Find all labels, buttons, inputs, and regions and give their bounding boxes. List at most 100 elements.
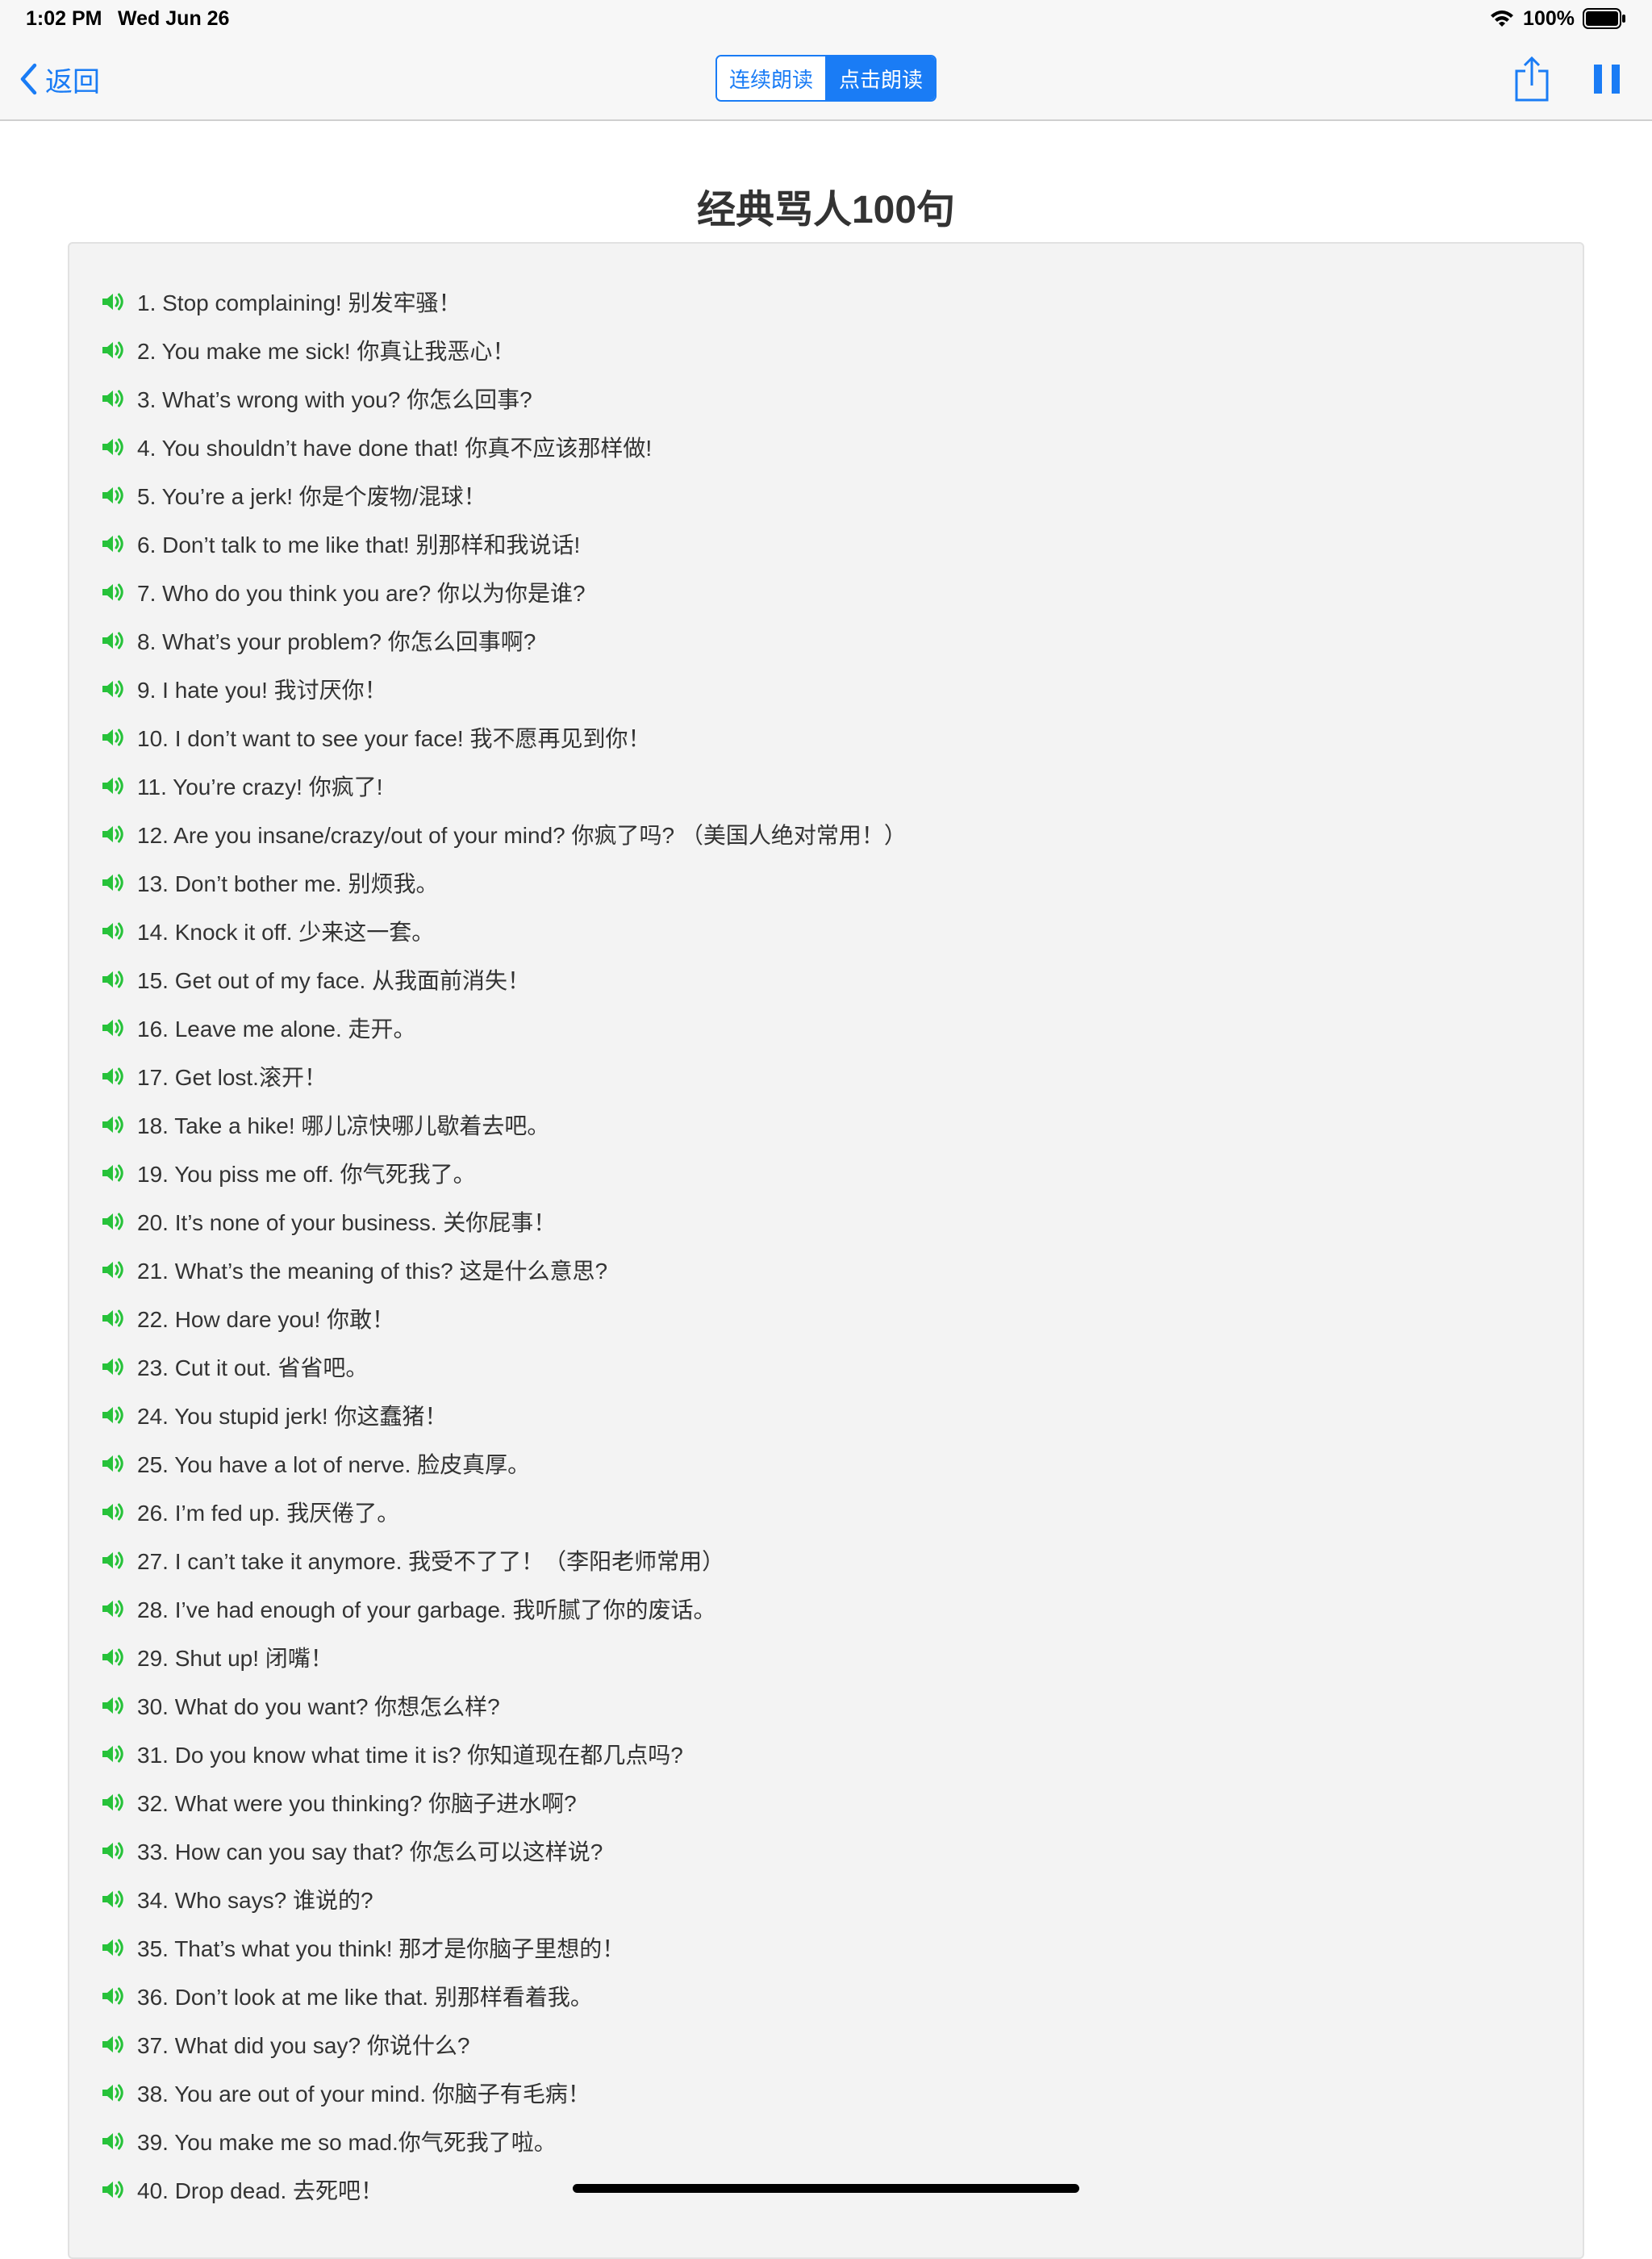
status-bar: 1:02 PM Wed Jun 26 100%	[0, 0, 1652, 39]
speaker-volume-icon[interactable]	[100, 2177, 126, 2203]
sentence-item[interactable]: 1. Stop complaining! 别发牢骚！	[100, 278, 907, 326]
speaker-volume-icon[interactable]	[100, 482, 126, 508]
sentence-item[interactable]: 29. Shut up! 闭嘴！	[100, 1633, 907, 1681]
sentence-item[interactable]: 9. I hate you! 我讨厌你！	[100, 665, 907, 713]
speaker-volume-icon[interactable]	[100, 1644, 126, 1670]
speaker-volume-icon[interactable]	[100, 1257, 126, 1283]
speaker-volume-icon[interactable]	[100, 1596, 126, 1622]
sentence-item[interactable]: 18. Take a hike! 哪儿凉快哪儿歇着去吧。	[100, 1100, 907, 1149]
speaker-volume-icon[interactable]	[100, 1499, 126, 1525]
sentence-item[interactable]: 34. Who says? 谁说的?	[100, 1875, 907, 1923]
sentence-item[interactable]: 17. Get lost.滚开！	[100, 1052, 907, 1100]
sentence-item[interactable]: 26. I’m fed up. 我厌倦了。	[100, 1488, 907, 1536]
segment-tap-reading[interactable]: 点击朗读	[827, 56, 935, 100]
speaker-volume-icon[interactable]	[100, 1209, 126, 1234]
speaker-volume-icon[interactable]	[100, 1063, 126, 1089]
speaker-volume-icon[interactable]	[100, 967, 126, 992]
sentence-text: 17. Get lost.滚开！	[137, 1065, 327, 1090]
sentence-item[interactable]: 8. What’s your problem? 你怎么回事啊?	[100, 616, 907, 665]
sentence-item[interactable]: 16. Leave me alone. 走开。	[100, 1004, 907, 1052]
sentence-item[interactable]: 19. You piss me off. 你气死我了。	[100, 1149, 907, 1197]
sentence-item[interactable]: 10. I don’t want to see your face! 我不愿再见…	[100, 713, 907, 762]
sentence-text: 15. Get out of my face. 从我面前消失！	[137, 968, 531, 993]
speaker-volume-icon[interactable]	[100, 870, 126, 896]
sentence-item[interactable]: 38. You are out of your mind. 你脑子有毛病！	[100, 2069, 907, 2117]
sentence-text: 9. I hate you! 我讨厌你！	[137, 678, 387, 703]
speaker-volume-icon[interactable]	[100, 579, 126, 605]
pause-icon[interactable]	[1592, 63, 1621, 95]
speaker-volume-icon[interactable]	[100, 1451, 126, 1476]
speaker-volume-icon[interactable]	[100, 1160, 126, 1186]
speaker-volume-icon[interactable]	[100, 2031, 126, 2057]
sentence-item[interactable]: 7. Who do you think you are? 你以为你是谁?	[100, 568, 907, 616]
sentence-text: 34. Who says? 谁说的?	[137, 1888, 373, 1913]
sentence-item[interactable]: 6. Don’t talk to me like that! 别那样和我说话!	[100, 520, 907, 568]
speaker-volume-icon[interactable]	[100, 1886, 126, 1912]
sentence-item[interactable]: 15. Get out of my face. 从我面前消失！	[100, 955, 907, 1004]
sentence-item[interactable]: 28. I’ve had enough of your garbage. 我听腻…	[100, 1585, 907, 1633]
sentence-item[interactable]: 21. What’s the meaning of this? 这是什么意思?	[100, 1246, 907, 1294]
sentence-text: 21. What’s the meaning of this? 这是什么意思?	[137, 1259, 608, 1284]
sentence-item[interactable]: 32. What were you thinking? 你脑子进水啊?	[100, 1778, 907, 1827]
sentence-item[interactable]: 2. You make me sick! 你真让我恶心！	[100, 326, 907, 374]
wifi-icon	[1491, 10, 1514, 27]
speaker-volume-icon[interactable]	[100, 1354, 126, 1380]
sentence-item[interactable]: 25. You have a lot of nerve. 脸皮真厚。	[100, 1439, 907, 1488]
sentence-item[interactable]: 12. Are you insane/crazy/out of your min…	[100, 810, 907, 858]
speaker-volume-icon[interactable]	[100, 337, 126, 363]
sentence-text: 22. How dare you! 你敢！	[137, 1307, 395, 1332]
sentence-item[interactable]: 22. How dare you! 你敢！	[100, 1294, 907, 1342]
speaker-volume-icon[interactable]	[100, 1305, 126, 1331]
sentence-item[interactable]: 5. You’re a jerk! 你是个废物/混球！	[100, 471, 907, 520]
speaker-volume-icon[interactable]	[100, 1015, 126, 1041]
sentence-text: 38. You are out of your mind. 你脑子有毛病！	[137, 2082, 590, 2107]
speaker-volume-icon[interactable]	[100, 1935, 126, 1960]
sentence-item[interactable]: 31. Do you know what time it is? 你知道现在都几…	[100, 1730, 907, 1778]
speaker-volume-icon[interactable]	[100, 1741, 126, 1767]
speaker-volume-icon[interactable]	[100, 773, 126, 799]
sentence-item[interactable]: 39. You make me so mad.你气死我了啦。	[100, 2117, 907, 2165]
speaker-volume-icon[interactable]	[100, 2080, 126, 2106]
speaker-volume-icon[interactable]	[100, 1112, 126, 1138]
sentence-item[interactable]: 23. Cut it out. 省省吧。	[100, 1342, 907, 1391]
sentence-item[interactable]: 4. You shouldn’t have done that! 你真不应该那样…	[100, 423, 907, 471]
sentence-item[interactable]: 35. That’s what you think! 那才是你脑子里想的！	[100, 1923, 907, 1972]
sentence-item[interactable]: 36. Don’t look at me like that. 别那样看着我。	[100, 1972, 907, 2020]
speaker-volume-icon[interactable]	[100, 676, 126, 702]
sentence-item[interactable]: 20. It’s none of your business. 关你屁事！	[100, 1197, 907, 1246]
speaker-volume-icon[interactable]	[100, 434, 126, 460]
sentence-list: 1. Stop complaining! 别发牢骚！ 2. You make me…	[100, 278, 907, 2214]
sentence-item[interactable]: 14. Knock it off. 少来这一套。	[100, 907, 907, 955]
sentence-text: 36. Don’t look at me like that. 别那样看着我。	[137, 1985, 593, 2010]
segment-continuous-reading[interactable]: 连续朗读	[717, 56, 827, 100]
sentence-text: 3. What’s wrong with you? 你怎么回事?	[137, 387, 532, 412]
sentence-item[interactable]: 11. You’re crazy! 你疯了!	[100, 762, 907, 810]
speaker-volume-icon[interactable]	[100, 1547, 126, 1573]
speaker-volume-icon[interactable]	[100, 628, 126, 653]
sentence-item[interactable]: 33. How can you say that? 你怎么可以这样说?	[100, 1827, 907, 1875]
chevron-left-icon	[20, 63, 37, 95]
sentence-item[interactable]: 13. Don’t bother me. 别烦我。	[100, 858, 907, 907]
back-button[interactable]: 返回	[19, 56, 100, 102]
speaker-volume-icon[interactable]	[100, 724, 126, 750]
speaker-volume-icon[interactable]	[100, 1402, 126, 1428]
sentence-item[interactable]: 24. You stupid jerk! 你这蠢猪！	[100, 1391, 907, 1439]
speaker-volume-icon[interactable]	[100, 918, 126, 944]
sentence-item[interactable]: 30. What do you want? 你想怎么样?	[100, 1681, 907, 1730]
speaker-volume-icon[interactable]	[100, 1693, 126, 1718]
sentence-text: 4. You shouldn’t have done that! 你真不应该那样…	[137, 436, 653, 461]
speaker-volume-icon[interactable]	[100, 2128, 126, 2154]
sentence-text: 31. Do you know what time it is? 你知道现在都几…	[137, 1743, 683, 1768]
speaker-volume-icon[interactable]	[100, 1983, 126, 2009]
sentence-item[interactable]: 3. What’s wrong with you? 你怎么回事?	[100, 374, 907, 423]
speaker-volume-icon[interactable]	[100, 1838, 126, 1864]
speaker-volume-icon[interactable]	[100, 386, 126, 411]
speaker-volume-icon[interactable]	[100, 531, 126, 557]
speaker-volume-icon[interactable]	[100, 821, 126, 847]
speaker-volume-icon[interactable]	[100, 1789, 126, 1815]
share-icon[interactable]	[1513, 55, 1550, 103]
sentence-item[interactable]: 37. What did you say? 你说什么?	[100, 2020, 907, 2069]
speaker-volume-icon[interactable]	[100, 289, 126, 315]
sentence-text: 12. Are you insane/crazy/out of your min…	[137, 823, 907, 848]
sentence-item[interactable]: 27. I can’t take it anymore. 我受不了了！（李阳老师…	[100, 1536, 907, 1585]
